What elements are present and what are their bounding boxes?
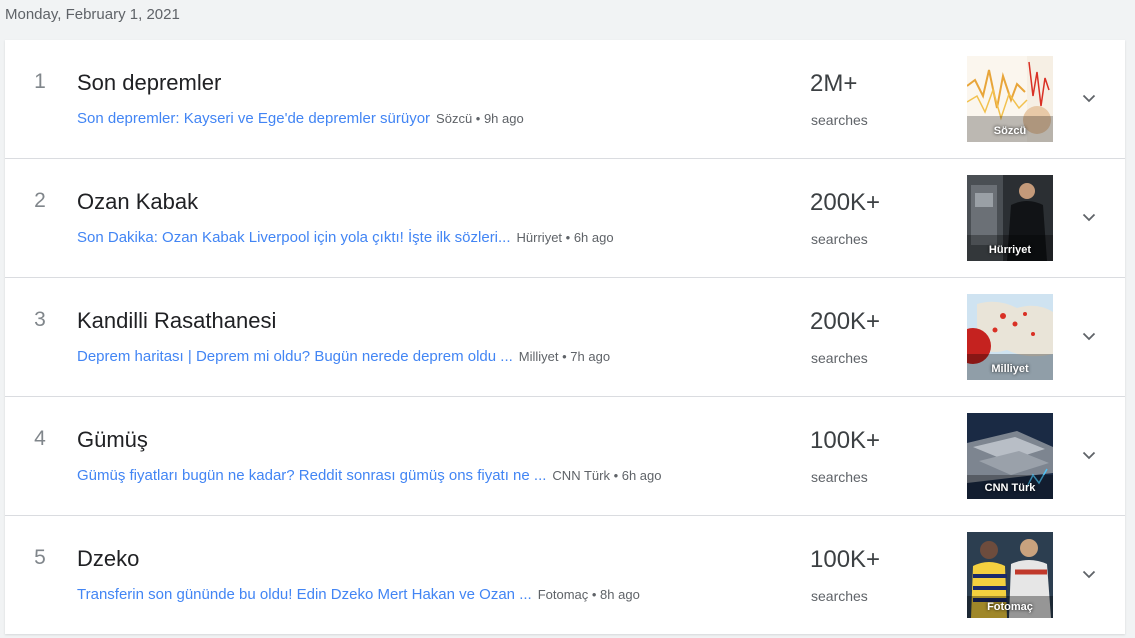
thumbnail-source: Hürriyet (988, 244, 1032, 256)
search-count: 200K+ (810, 189, 881, 216)
trend-title[interactable]: Dzeko (77, 546, 139, 572)
thumbnail-source: Milliyet (991, 363, 1029, 375)
article-line: Gümüş fiyatları bugün ne kadar? Reddit s… (77, 467, 777, 485)
article-link[interactable]: Son depremler: Kayseri ve Ege'de depreml… (77, 110, 430, 127)
article-meta: CNN Türk • 6h ago (552, 468, 662, 483)
trend-rank: 1 (34, 70, 46, 93)
trend-rank: 5 (34, 546, 46, 569)
chevron-down-icon (1082, 451, 1096, 459)
trend-item[interactable]: 1 Son depremler Son depremler: Kayseri v… (5, 40, 1125, 159)
article-thumbnail[interactable]: Milliyet (967, 294, 1053, 380)
trend-item[interactable]: 5 Dzeko Transferin son gününde bu oldu! … (5, 516, 1125, 634)
search-count-label: searches (811, 588, 868, 604)
search-count: 100K+ (810, 546, 881, 573)
thumbnail-source: CNN Türk (984, 482, 1036, 494)
expand-button[interactable] (1075, 203, 1103, 231)
expand-button[interactable] (1075, 560, 1103, 588)
trend-rank: 4 (34, 427, 46, 450)
article-thumbnail[interactable]: Hürriyet (967, 175, 1053, 261)
article-line: Son Dakika: Ozan Kabak Liverpool için yo… (77, 229, 777, 247)
trend-item[interactable]: 4 Gümüş Gümüş fiyatları bugün ne kadar? … (5, 397, 1125, 516)
article-thumbnail[interactable]: CNN Türk (967, 413, 1053, 499)
search-count-label: searches (811, 112, 868, 128)
search-count: 100K+ (810, 427, 881, 454)
trending-list: 1 Son depremler Son depremler: Kayseri v… (5, 40, 1125, 634)
article-line: Son depremler: Kayseri ve Ege'de depreml… (77, 110, 777, 128)
article-line: Deprem haritası | Deprem mi oldu? Bugün … (77, 348, 777, 366)
article-link[interactable]: Gümüş fiyatları bugün ne kadar? Reddit s… (77, 467, 546, 484)
article-meta: Hürriyet • 6h ago (516, 230, 614, 245)
article-link[interactable]: Deprem haritası | Deprem mi oldu? Bugün … (77, 348, 513, 365)
article-meta: Milliyet • 7h ago (518, 349, 611, 364)
article-thumbnail[interactable]: Fotomaç (967, 532, 1053, 618)
trend-rank: 2 (34, 189, 46, 212)
chevron-down-icon (1082, 94, 1096, 102)
search-count: 200K+ (810, 308, 881, 335)
article-link[interactable]: Son Dakika: Ozan Kabak Liverpool için yo… (77, 229, 511, 246)
trend-title[interactable]: Gümüş (77, 427, 148, 453)
trend-rank: 3 (34, 308, 46, 331)
trend-title[interactable]: Son depremler (77, 70, 221, 96)
chevron-down-icon (1082, 570, 1096, 578)
trend-item[interactable]: 3 Kandilli Rasathanesi Deprem haritası |… (5, 278, 1125, 397)
chevron-down-icon (1082, 332, 1096, 340)
expand-button[interactable] (1075, 84, 1103, 112)
trend-title[interactable]: Kandilli Rasathanesi (77, 308, 276, 334)
expand-button[interactable] (1075, 322, 1103, 350)
search-count-label: searches (811, 469, 868, 485)
article-meta: Sözcü • 9h ago (436, 111, 524, 126)
trend-title[interactable]: Ozan Kabak (77, 189, 198, 215)
search-count-label: searches (811, 231, 868, 247)
search-count: 2M+ (810, 70, 858, 97)
expand-button[interactable] (1075, 441, 1103, 469)
trend-item[interactable]: 2 Ozan Kabak Son Dakika: Ozan Kabak Live… (5, 159, 1125, 278)
article-thumbnail[interactable]: Sözcü (967, 56, 1053, 142)
search-count-label: searches (811, 350, 868, 366)
thumbnail-source: Fotomaç (987, 601, 1033, 613)
article-link[interactable]: Transferin son gününde bu oldu! Edin Dze… (77, 586, 532, 603)
date-header: Monday, February 1, 2021 (5, 6, 180, 23)
thumbnail-source: Sözcü (993, 125, 1027, 137)
article-line: Transferin son gününde bu oldu! Edin Dze… (77, 586, 777, 604)
chevron-down-icon (1082, 213, 1096, 221)
article-meta: Fotomaç • 8h ago (537, 587, 640, 602)
